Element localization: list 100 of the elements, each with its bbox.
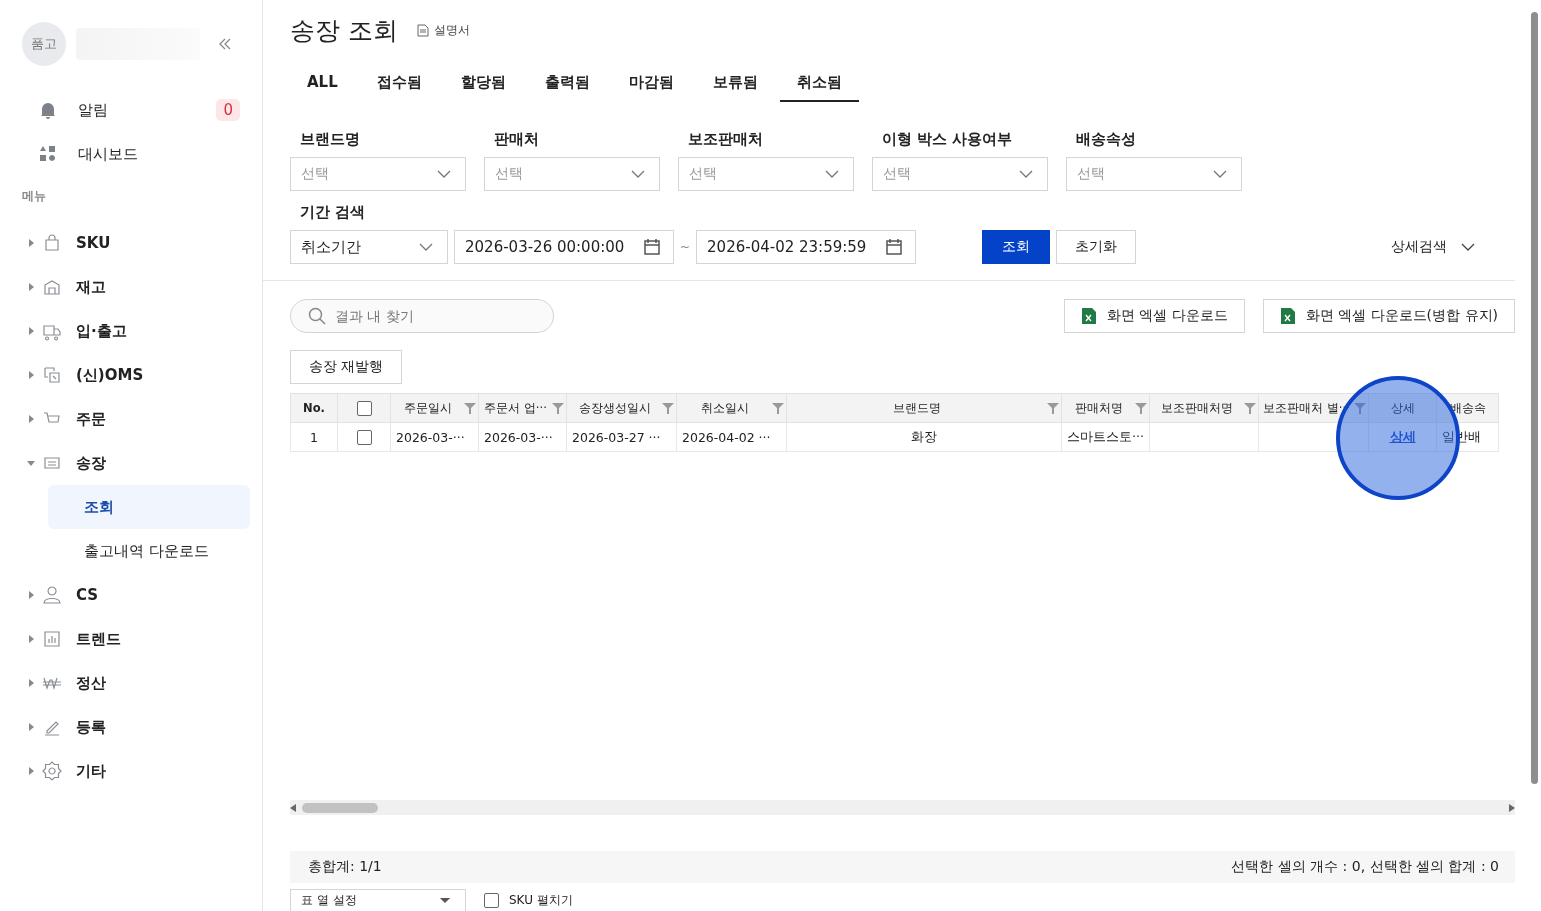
select-field[interactable]: 취소기간 [290, 230, 448, 264]
document-icon [416, 24, 429, 37]
status-tab[interactable]: 보류됨 [695, 63, 775, 102]
search-field[interactable]: 결과 내 찾기 [290, 299, 554, 333]
table-cell: 2026-03-27 ··· [566, 422, 677, 452]
checkbox[interactable] [356, 400, 372, 416]
chevron-down-icon [437, 170, 451, 178]
menu-item[interactable]: 등록 [76, 717, 106, 737]
table-cell: 2026-03-··· [478, 422, 567, 452]
submenu-item[interactable]: 조회 [48, 485, 250, 529]
filter-icon[interactable] [552, 401, 564, 415]
checkbox[interactable] [484, 892, 499, 908]
excel-file-icon [1080, 307, 1097, 325]
range-separator: ~ [680, 240, 691, 254]
table-cell: 화장 [786, 422, 1062, 452]
menu-item[interactable]: 알림 [78, 100, 108, 120]
checkbox-label: SKU 펼치기 [509, 891, 573, 909]
horizontal-scrollbar[interactable] [290, 800, 1515, 815]
filter-label: 보조판매처 [687, 130, 764, 149]
manual-link[interactable]: 설명서 [433, 22, 470, 39]
menu-item[interactable]: 재고 [76, 277, 106, 297]
dashboard-icon [38, 144, 58, 164]
menu-item[interactable]: 송장 [76, 453, 106, 473]
column-header[interactable]: 주문서 업··· [478, 393, 567, 423]
filter-label: 판매처 [493, 130, 540, 149]
chevron-down-icon [1019, 170, 1033, 178]
column-header[interactable]: 주문일시 [390, 393, 479, 423]
status-tab[interactable]: 취소됨 [779, 63, 859, 102]
column-header[interactable]: 송장생성일시 [566, 393, 677, 423]
chevron-down-icon [825, 170, 839, 178]
status-tab[interactable]: 마감됨 [611, 63, 691, 102]
menu-icon [42, 629, 62, 649]
column-header[interactable] [337, 393, 391, 423]
column-settings-select[interactable]: 표 열 설정 [290, 889, 466, 911]
table-cell: 1 [290, 422, 338, 452]
reset-button[interactable]: 초기화 [1056, 230, 1137, 264]
collapse-icon[interactable] [218, 37, 232, 51]
status-tab[interactable]: ALL [290, 63, 355, 102]
column-header[interactable]: 취소일시 [676, 393, 787, 423]
filter-icon[interactable] [1135, 401, 1147, 415]
table-cell: 2026-03-··· [390, 422, 479, 452]
selection-summary: 선택한 셀의 개수 : 0, 선택한 셀의 합계 : 0 [1231, 858, 1499, 876]
column-header[interactable]: 판매처명 [1061, 393, 1150, 423]
date-field[interactable]: 2026-04-02 23:59:59 [696, 230, 917, 264]
filter-icon[interactable] [772, 401, 784, 415]
filter-label: 기간 검색 [299, 203, 367, 222]
date-field[interactable]: 2026-03-26 00:00:00 [454, 230, 674, 264]
chevron-down-icon[interactable] [1461, 243, 1475, 251]
menu-item[interactable]: (신)OMS [76, 365, 144, 385]
menu-item[interactable]: 정산 [76, 673, 106, 693]
filter-icon[interactable] [1244, 401, 1256, 415]
menu-icon [42, 365, 62, 385]
reissue-button[interactable]: 송장 재발행 [290, 350, 403, 384]
chevron-down-icon [1213, 170, 1227, 178]
menu-icon [42, 585, 62, 605]
logo-avatar: 품고 [22, 22, 66, 66]
menu-item[interactable]: 기타 [76, 761, 106, 781]
status-tab[interactable]: 출력됨 [527, 63, 607, 102]
filter-icon[interactable] [1354, 401, 1366, 415]
excel-download-button[interactable]: 화면 엑셀 다운로드(병합 유지) [1262, 299, 1515, 333]
chevron-down-icon [419, 243, 433, 251]
menu-item[interactable]: CS [76, 586, 99, 604]
search-icon [308, 307, 326, 325]
submenu-item[interactable]: 출고내역 다운로드 [48, 529, 250, 573]
menu-item[interactable]: 입·출고 [76, 321, 127, 341]
table-cell: 2026-04-02 ··· [676, 422, 787, 452]
advanced-search-toggle[interactable]: 상세검색 [1391, 238, 1447, 256]
column-header[interactable]: 브랜드명 [786, 393, 1062, 423]
chevron-down-icon [631, 170, 645, 178]
excel-download-button[interactable]: 화면 엑셀 다운로드 [1063, 299, 1245, 333]
scroll-right-icon[interactable] [1509, 803, 1515, 812]
alert-count: 0 [216, 99, 240, 121]
column-header[interactable]: 상세 [1368, 393, 1437, 423]
menu-item[interactable]: SKU [76, 234, 111, 252]
menu-icon [42, 761, 62, 781]
table-cell: 스마트스토··· [1061, 422, 1150, 452]
total-count: 총합계: 1/1 [308, 858, 382, 876]
search-button[interactable]: 조회 [982, 230, 1051, 264]
excel-file-icon [1279, 307, 1296, 325]
filter-label: 브랜드명 [299, 130, 361, 149]
caret-down-icon [439, 897, 451, 904]
column-header[interactable]: No. [290, 393, 338, 423]
section-label: 메뉴 [22, 188, 47, 205]
filter-label: 배송속성 [1075, 130, 1137, 149]
column-header[interactable]: 보조판매처명 [1149, 393, 1259, 423]
status-tab[interactable]: 접수됨 [359, 63, 439, 102]
filter-label: 이형 박스 사용여부 [881, 130, 1014, 149]
status-tab[interactable]: 할당됨 [443, 63, 523, 102]
menu-icon [42, 233, 62, 253]
calendar-icon [643, 238, 661, 256]
menu-item[interactable]: 주문 [76, 409, 106, 429]
page-title: 송장 조회 [290, 15, 398, 47]
checkbox[interactable] [356, 430, 372, 445]
filter-icon[interactable] [464, 401, 476, 415]
menu-item[interactable]: 대시보드 [78, 144, 138, 164]
menu-item[interactable]: 트렌드 [76, 629, 121, 649]
filter-icon[interactable] [662, 401, 674, 415]
scroll-left-icon[interactable] [290, 803, 296, 812]
filter-icon[interactable] [1047, 401, 1059, 415]
calendar-icon [885, 238, 904, 256]
